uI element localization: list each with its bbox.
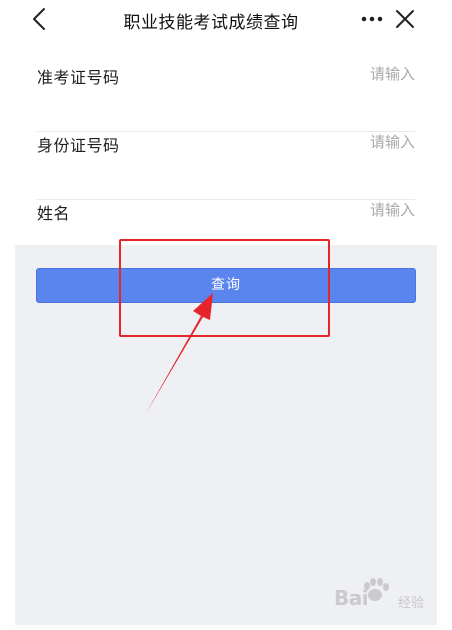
form-row-exam-number: 准考证号码 (37, 64, 415, 132)
page-title: 职业技能考试成绩查询 (123, 13, 299, 33)
name-input[interactable] (245, 201, 415, 219)
annotation-highlight-box (119, 239, 330, 337)
id-number-input[interactable] (245, 133, 415, 151)
name-label: 姓名 (37, 204, 71, 223)
exam-number-label: 准考证号码 (37, 68, 120, 87)
exam-number-input[interactable] (245, 65, 415, 83)
watermark-suffix: 经验 (398, 596, 425, 611)
paw-logo-icon (364, 578, 389, 601)
form-row-id-number: 身份证号码 (37, 132, 415, 200)
baidu-watermark: Bai 经验 (334, 578, 434, 614)
id-number-label: 身份证号码 (37, 136, 120, 155)
